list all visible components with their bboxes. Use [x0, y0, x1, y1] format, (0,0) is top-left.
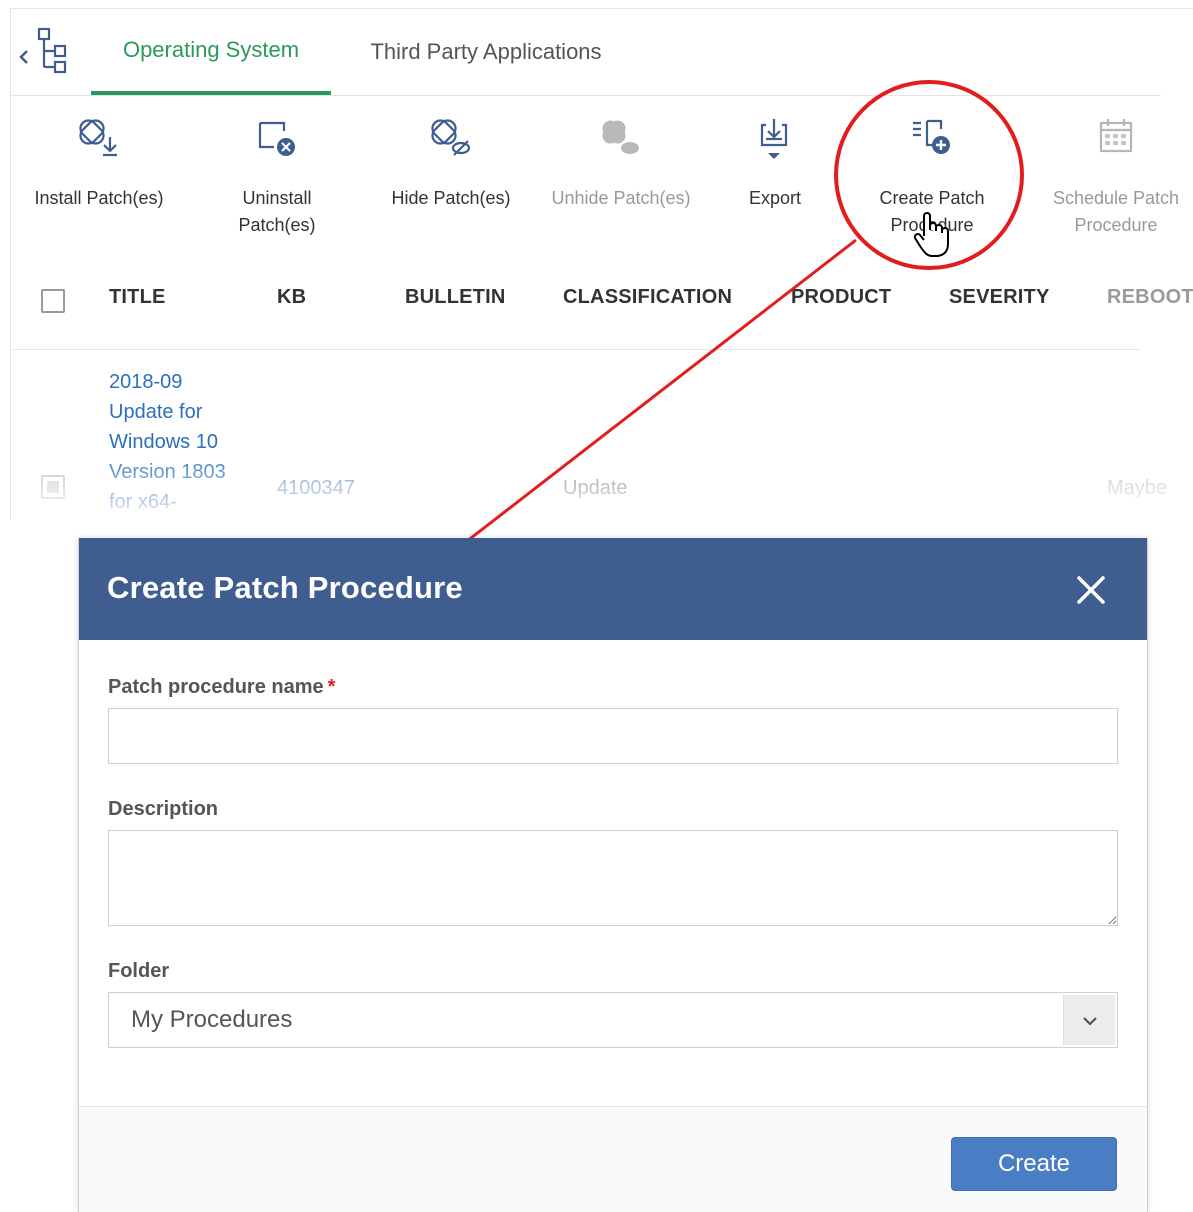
column-title[interactable]: TITLE: [109, 286, 166, 309]
kb-cell[interactable]: 4100347: [277, 477, 355, 500]
uninstall-label-line1: Uninstall: [242, 188, 312, 208]
select-all-checkbox[interactable]: [41, 289, 65, 313]
description-textarea[interactable]: [108, 830, 1118, 926]
hide-patches-label: Hide Patch(es): [391, 188, 511, 208]
uninstall-label-line2: Patch(es): [238, 215, 316, 235]
unhide-patch-icon: [602, 120, 639, 154]
schedule-label-line1: Schedule Patch: [1052, 188, 1180, 208]
tab-third-party-label: Third Party Applications: [370, 39, 602, 64]
tab-divider: [11, 95, 1161, 96]
install-patches-label: Install Patch(es): [34, 188, 164, 208]
close-icon[interactable]: [1071, 570, 1111, 610]
uninstall-patches-button[interactable]: Uninstall Patch(es): [217, 115, 337, 239]
schedule-patch-procedure-button[interactable]: Schedule Patch Procedure: [1041, 115, 1191, 239]
folder-label: Folder: [108, 960, 170, 982]
column-product[interactable]: PRODUCT: [791, 286, 891, 309]
tab-operating-system[interactable]: Operating System: [91, 9, 331, 95]
classification-cell: Update: [563, 477, 628, 499]
tab-third-party-applications[interactable]: Third Party Applications: [351, 9, 621, 95]
hand-cursor-icon: [913, 212, 949, 257]
hide-patch-icon: [431, 119, 471, 156]
hide-patches-button[interactable]: Hide Patch(es): [381, 115, 521, 212]
patch-table-header: TITLE KB BULLETIN CLASSIFICATION PRODUCT…: [11, 271, 1193, 341]
dialog-title: Create Patch Procedure: [107, 570, 463, 605]
required-asterisk: *: [327, 676, 336, 698]
patch-title-link[interactable]: 2018-09 Update for Windows 10 Version 18…: [109, 367, 249, 517]
schedule-label-line2: Procedure: [1074, 215, 1158, 235]
title-line-5: for x64-: [109, 491, 177, 513]
patch-procedure-name-input[interactable]: [108, 708, 1118, 764]
folder-select[interactable]: My Procedures: [108, 992, 1118, 1048]
schedule-procedure-label: Schedule Patch Procedure: [1041, 185, 1191, 239]
title-line-3: Windows 10: [109, 431, 218, 453]
folder-dropdown-toggle[interactable]: [1063, 995, 1115, 1045]
column-classification[interactable]: CLASSIFICATION: [563, 286, 732, 309]
column-kb[interactable]: KB: [277, 286, 306, 309]
reboot-cell: Maybe: [1107, 477, 1168, 499]
row-checkbox-fill: [47, 481, 59, 493]
header-row-divider: [11, 349, 1141, 350]
row-checkbox[interactable]: [41, 475, 65, 499]
title-line-2: Update for: [109, 401, 203, 423]
unhide-patches-label: Unhide Patch(es): [551, 188, 691, 208]
patch-management-panel: Operating System Third Party Application…: [10, 8, 1193, 521]
column-severity[interactable]: SEVERITY: [949, 286, 1050, 309]
create-procedure-icon: [913, 119, 950, 154]
uninstall-patches-label: Uninstall Patch(es): [217, 185, 337, 239]
unhide-patches-button[interactable]: Unhide Patch(es): [541, 115, 701, 212]
install-patches-button[interactable]: Install Patch(es): [21, 115, 177, 212]
column-reboot[interactable]: REBOOT: [1107, 286, 1193, 309]
export-icon: [760, 119, 788, 159]
create-button[interactable]: Create: [951, 1137, 1117, 1191]
title-line-1: 2018-09: [109, 371, 183, 393]
name-label-text: Patch procedure name: [108, 676, 324, 698]
uninstall-patch-icon: [258, 121, 295, 156]
chevron-down-icon: [1083, 1017, 1097, 1026]
column-bulletin[interactable]: BULLETIN: [405, 286, 505, 309]
name-field-label: Patch procedure name *: [108, 676, 335, 699]
export-button[interactable]: Export: [737, 115, 813, 212]
export-label: Export: [748, 188, 802, 208]
dialog-footer: Create: [79, 1106, 1147, 1212]
create-label-line1: Create Patch: [879, 188, 985, 208]
calendar-icon: [1099, 119, 1133, 153]
create-patch-procedure-dialog: Create Patch Procedure Patch procedure n…: [78, 538, 1148, 1212]
title-line-4: Version 1803: [109, 461, 226, 483]
dialog-header: Create Patch Procedure: [79, 538, 1147, 640]
tab-operating-system-label: Operating System: [122, 37, 300, 62]
install-patch-icon: [79, 119, 117, 157]
back-tree-icon[interactable]: [15, 27, 71, 75]
description-label: Description: [108, 798, 219, 820]
folder-select-value: My Procedures: [131, 1006, 293, 1033]
